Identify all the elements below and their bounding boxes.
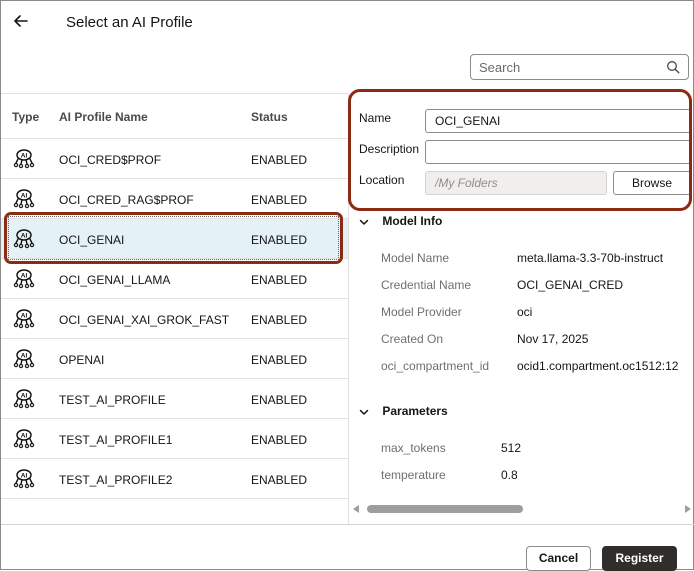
browse-button[interactable]: Browse — [613, 171, 691, 195]
model-info-heading: Model Info — [382, 214, 443, 228]
ai-profile-icon: AI — [13, 149, 35, 169]
description-field[interactable] — [425, 140, 691, 164]
ai-profile-icon: AI — [13, 189, 35, 209]
profile-status: ENABLED — [251, 433, 308, 447]
profile-name: TEST_AI_PROFILE1 — [59, 433, 173, 447]
svg-text:AI: AI — [21, 153, 28, 160]
table-row[interactable]: AI OCI_GENAI_XAI_GROK_FAST ENABLED — [1, 299, 349, 339]
svg-text:AI: AI — [21, 433, 28, 440]
profile-status: ENABLED — [251, 393, 308, 407]
profile-status: ENABLED — [251, 353, 308, 367]
compartment-id-label: oci_compartment_id — [381, 359, 490, 373]
profile-status: ENABLED — [251, 473, 308, 487]
dialog-title: Select an AI Profile — [66, 14, 193, 31]
profile-status: ENABLED — [251, 273, 308, 287]
table-row[interactable]: AI TEST_AI_PROFILE1 ENABLED — [1, 419, 349, 459]
table-row[interactable]: AI OCI_CRED$PROF ENABLED — [1, 139, 349, 179]
profile-name: OCI_CRED$PROF — [59, 153, 162, 167]
temperature-value: 0.8 — [501, 468, 518, 482]
scrollbar-thumb[interactable] — [367, 505, 523, 513]
footer-divider — [1, 524, 694, 525]
profile-name: TEST_AI_PROFILE — [59, 393, 166, 407]
ai-profile-icon: AI — [13, 389, 35, 409]
model-info-section-toggle[interactable]: Model Info — [359, 214, 442, 228]
profile-name: OCI_CRED_RAG$PROF — [59, 193, 194, 207]
cancel-button[interactable]: Cancel — [526, 546, 591, 571]
profile-name: TEST_AI_PROFILE2 — [59, 473, 173, 487]
compartment-id-value: ocid1.compartment.oc1512:12 — [517, 359, 679, 373]
table-row[interactable]: AI TEST_AI_PROFILE ENABLED — [1, 379, 349, 419]
ai-profile-icon: AI — [13, 229, 35, 249]
profile-status: ENABLED — [251, 313, 308, 327]
ai-profile-icon: AI — [13, 429, 35, 449]
credential-name-label: Credential Name — [381, 278, 472, 292]
svg-text:AI: AI — [21, 193, 28, 200]
chevron-down-icon — [359, 409, 369, 415]
ai-profile-icon: AI — [13, 349, 35, 369]
profile-status: ENABLED — [251, 193, 308, 207]
search-field[interactable] — [470, 54, 689, 80]
svg-text:AI: AI — [21, 313, 28, 320]
model-name-label: Model Name — [381, 251, 450, 265]
table-row[interactable]: AI OCI_GENAI ENABLED — [1, 219, 349, 259]
location-field: /My Folders — [425, 171, 607, 195]
column-header-type[interactable]: Type — [12, 110, 39, 124]
max-tokens-label: max_tokens — [381, 441, 446, 455]
scroll-right-icon[interactable] — [685, 505, 691, 513]
parameters-section-toggle[interactable]: Parameters — [359, 404, 448, 418]
location-label: Location — [359, 173, 405, 187]
table-row[interactable]: AI TEST_AI_PROFILE2 ENABLED — [1, 459, 349, 499]
ai-profile-icon: AI — [13, 269, 35, 289]
ai-profile-icon: AI — [13, 309, 35, 329]
model-name-value: meta.llama-3.3-70b-instruct — [517, 251, 664, 265]
svg-text:AI: AI — [21, 353, 28, 360]
created-on-value: Nov 17, 2025 — [517, 332, 589, 346]
register-button[interactable]: Register — [602, 546, 677, 571]
credential-name-value: OCI_GENAI_CRED — [517, 278, 624, 292]
svg-text:AI: AI — [21, 473, 28, 480]
name-label: Name — [359, 111, 392, 125]
ai-profile-icon: AI — [13, 469, 35, 489]
created-on-label: Created On — [381, 332, 444, 346]
ai-profile-table: Type AI Profile Name Status AI OCI_CRED$P… — [1, 94, 349, 499]
name-field[interactable]: OCI_GENAI — [425, 109, 691, 133]
model-provider-label: Model Provider — [381, 305, 462, 319]
profile-name: OPENAI — [59, 353, 105, 367]
select-ai-profile-dialog: Select an AI Profile Type AI Profile Nam… — [0, 0, 694, 571]
panel-divider — [348, 93, 349, 525]
profile-status: ENABLED — [251, 153, 308, 167]
search-icon[interactable] — [666, 60, 680, 74]
table-row[interactable]: AI OCI_CRED_RAG$PROF ENABLED — [1, 179, 349, 219]
profile-name: OCI_GENAI_LLAMA — [59, 273, 171, 287]
model-provider-value: oci — [517, 305, 533, 319]
table-row[interactable]: AI OCI_GENAI_LLAMA ENABLED — [1, 259, 349, 299]
svg-text:AI: AI — [21, 393, 28, 400]
search-input[interactable] — [471, 55, 661, 79]
scroll-left-icon[interactable] — [353, 505, 359, 513]
horizontal-scrollbar[interactable] — [349, 501, 694, 517]
column-header-name[interactable]: AI Profile Name — [59, 110, 148, 124]
table-row[interactable]: AI OPENAI ENABLED — [1, 339, 349, 379]
profile-name: OCI_GENAI_XAI_GROK_FAST — [59, 313, 230, 327]
column-header-status[interactable]: Status — [251, 110, 288, 124]
temperature-label: temperature — [381, 468, 446, 482]
table-header: Type AI Profile Name Status — [1, 94, 349, 139]
svg-text:AI: AI — [21, 233, 28, 240]
svg-text:AI: AI — [21, 273, 28, 280]
parameters-heading: Parameters — [382, 404, 448, 418]
profile-name: OCI_GENAI — [59, 233, 125, 247]
description-label: Description — [359, 142, 420, 156]
max-tokens-value: 512 — [501, 441, 522, 455]
chevron-down-icon — [359, 219, 369, 225]
profile-status: ENABLED — [251, 233, 308, 247]
arrow-left-icon[interactable] — [11, 11, 31, 31]
